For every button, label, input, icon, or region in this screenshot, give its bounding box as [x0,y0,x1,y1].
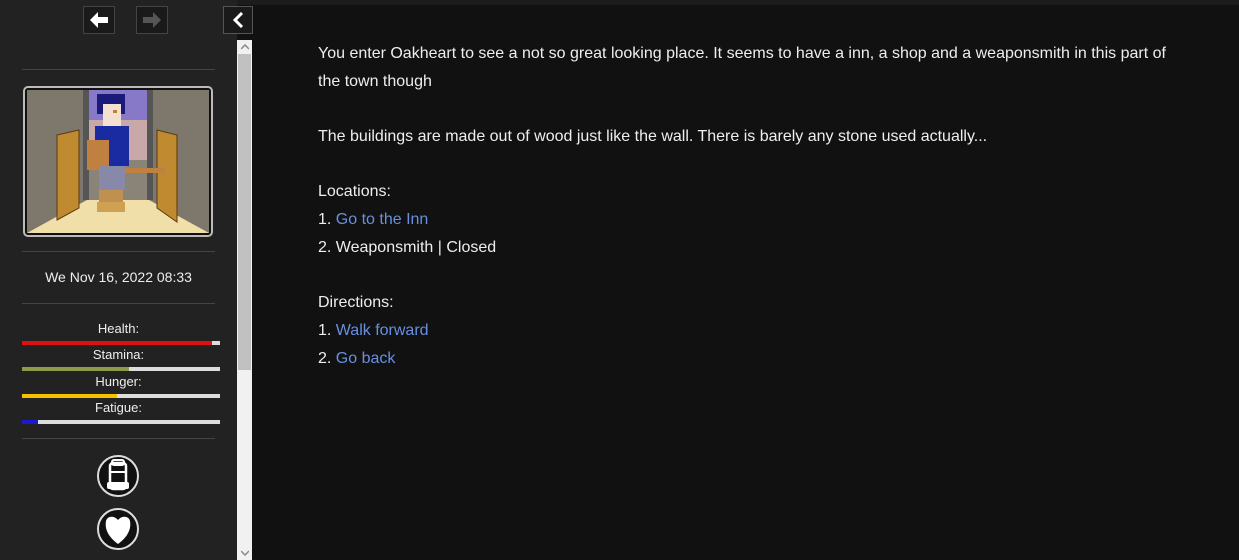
direction-item: 2. Go back [318,345,1178,373]
game-window: We Nov 16, 2022 08:33 Health: Stamina: H… [0,0,1239,560]
health-bar [22,341,220,345]
location-number: 2. [318,239,332,256]
inventory-button[interactable] [96,454,140,498]
divider [22,303,215,304]
health-label: Health: [97,321,140,336]
health-bar-fill [22,341,213,345]
scrollbar-thumb[interactable] [238,54,251,370]
chevron-left-icon [232,12,244,28]
stamina-label: Stamina: [92,347,145,362]
chevron-up-icon [240,44,249,50]
heart-icon [97,508,139,550]
stamina-bar-fill [22,367,129,371]
weaponsmith-closed-text: Weaponsmith | Closed [335,239,497,256]
chevron-down-icon [240,550,249,556]
location-item: 2. Weaponsmith | Closed [318,234,1178,262]
location-item: 1. Go to the Inn [318,206,1178,234]
arrow-left-icon [90,12,108,28]
sidebar-scrollbar[interactable] [237,40,252,560]
go-back-link[interactable]: Go back [336,350,396,367]
history-forward-button[interactable] [136,6,168,34]
passage-description: The buildings are made out of wood just … [318,128,988,145]
location-number: 1. [318,211,332,228]
arrow-right-icon [143,12,161,28]
passage: You enter Oakheart to see a not so great… [318,40,1178,373]
direction-item: 1. Walk forward [318,317,1178,345]
scroll-up-arrow[interactable] [237,40,252,54]
fatigue-label: Fatigue: [95,400,142,415]
walk-forward-link[interactable]: Walk forward [336,322,429,339]
divider [22,438,215,439]
locations-heading: Locations: [318,183,391,200]
fatigue-bar-fill [22,420,38,424]
backpack-icon [97,455,139,497]
health-status-button[interactable] [96,507,140,551]
hunger-bar-fill [22,394,118,398]
portrait-image [27,90,209,233]
divider [22,251,215,252]
go-to-inn-link[interactable]: Go to the Inn [336,211,429,228]
fatigue-bar [22,420,220,424]
hunger-bar [22,394,220,398]
collapse-sidebar-button[interactable] [223,6,253,34]
direction-number: 1. [318,322,332,339]
divider [22,69,215,70]
hunger-label: Hunger: [95,374,142,389]
direction-number: 2. [318,350,332,367]
history-back-button[interactable] [83,6,115,34]
stamina-bar [22,367,220,371]
game-datetime: We Nov 16, 2022 08:33 [45,269,192,285]
directions-heading: Directions: [318,294,394,311]
sidebar: We Nov 16, 2022 08:33 Health: Stamina: H… [0,0,237,560]
scroll-down-arrow[interactable] [237,546,252,560]
character-portrait [23,86,213,237]
passage-intro: You enter Oakheart to see a not so great… [318,45,1166,90]
